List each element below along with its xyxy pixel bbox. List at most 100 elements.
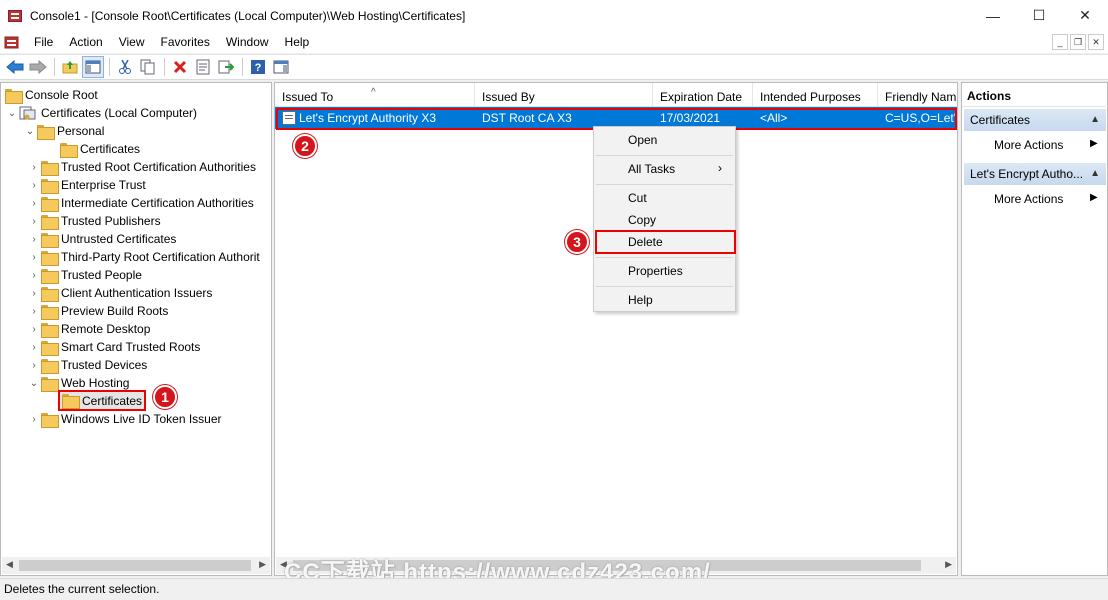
toolbar-separator: [242, 58, 243, 76]
show-hide-action-pane-icon[interactable]: [270, 56, 292, 78]
delete-highlight-outline: [595, 230, 736, 254]
tree-node-personal[interactable]: ⌄ Personal: [23, 122, 104, 140]
tree-node-store[interactable]: › Intermediate Certification Authorities: [27, 194, 254, 212]
tree-label: Trusted Root Certification Authorities: [61, 160, 256, 174]
actions-section-certificates[interactable]: Certificates ▲: [964, 109, 1106, 131]
back-arrow-icon[interactable]: [4, 56, 26, 78]
tree-node-store[interactable]: › Remote Desktop: [27, 320, 150, 338]
tree-node-store[interactable]: › Enterprise Trust: [27, 176, 146, 194]
tree-label: Remote Desktop: [61, 322, 151, 336]
step-badge-2: 2: [293, 134, 317, 158]
column-header-friendly-name[interactable]: Friendly Nam: [878, 83, 957, 107]
expand-chevron-icon[interactable]: ›: [27, 180, 41, 191]
show-hide-tree-icon[interactable]: [82, 56, 104, 78]
close-button[interactable]: ✕: [1062, 0, 1108, 31]
tree-node-store[interactable]: › Client Authentication Issuers: [27, 284, 212, 302]
tree-node-store[interactable]: › Trusted Publishers: [27, 212, 161, 230]
tree-node-personal-certificates[interactable]: Certificates: [60, 140, 140, 158]
menu-help[interactable]: Help: [277, 35, 318, 49]
delete-icon[interactable]: [169, 56, 191, 78]
menu-item-help[interactable]: Help: [628, 293, 653, 307]
menu-item-cut[interactable]: Cut: [628, 191, 647, 205]
menu-item-properties[interactable]: Properties: [628, 264, 683, 278]
list-header: Issued To ^ Issued By Expiration Date In…: [275, 83, 957, 107]
tree-node-store[interactable]: › Third-Party Root Certification Authorit: [27, 248, 260, 266]
expand-chevron-icon[interactable]: ›: [27, 270, 41, 281]
menu-item-copy[interactable]: Copy: [628, 213, 656, 227]
column-header-issued-to[interactable]: Issued To ^: [275, 83, 475, 107]
scroll-left-icon[interactable]: ◀: [6, 559, 13, 570]
expand-chevron-icon[interactable]: ›: [27, 216, 41, 227]
mmc-app-icon[interactable]: [8, 8, 24, 24]
tree-node-store[interactable]: › Preview Build Roots: [27, 302, 168, 320]
folder-icon: [41, 358, 59, 374]
scrollbar-thumb[interactable]: [19, 560, 251, 571]
tree-node-console-root[interactable]: Console Root: [5, 86, 98, 104]
tree-node-store[interactable]: › Trusted Root Certification Authorities: [27, 158, 256, 176]
tree-horizontal-scrollbar[interactable]: ◀ ▶: [2, 557, 270, 574]
actions-section-selected-item[interactable]: Let's Encrypt Autho... ▲: [964, 163, 1106, 185]
expand-chevron-icon[interactable]: ›: [27, 288, 41, 299]
expand-chevron-icon[interactable]: ›: [27, 306, 41, 317]
expand-chevron-icon[interactable]: ›: [27, 252, 41, 263]
scroll-right-icon[interactable]: ▶: [945, 559, 952, 570]
expand-chevron-icon[interactable]: ›: [27, 162, 41, 173]
expand-chevron-icon[interactable]: ›: [27, 198, 41, 209]
export-icon[interactable]: [215, 56, 237, 78]
collapse-caret-icon[interactable]: ▲: [1090, 109, 1100, 131]
mdi-minimize-icon[interactable]: _: [1052, 34, 1068, 50]
collapse-chevron-icon[interactable]: ⌄: [27, 378, 41, 389]
column-header-expiration-date[interactable]: Expiration Date: [653, 83, 753, 107]
mdi-restore-icon[interactable]: ❐: [1070, 34, 1086, 50]
folder-icon: [5, 88, 23, 104]
menu-view[interactable]: View: [111, 35, 153, 49]
menu-separator: [596, 286, 733, 287]
menu-favorites[interactable]: Favorites: [153, 35, 218, 49]
menu-file[interactable]: File: [26, 35, 61, 49]
tree-label: Intermediate Certification Authorities: [61, 196, 254, 210]
collapse-chevron-icon[interactable]: ⌄: [5, 108, 19, 119]
tree-node-certificates-local-computer[interactable]: ⌄ Certificates (Local Computer): [5, 104, 197, 122]
scroll-right-icon[interactable]: ▶: [259, 559, 266, 570]
expand-chevron-icon[interactable]: ›: [27, 234, 41, 245]
column-header-intended-purposes[interactable]: Intended Purposes: [753, 83, 878, 107]
mdi-close-icon[interactable]: ✕: [1088, 34, 1104, 50]
expand-chevron-icon[interactable]: ›: [27, 324, 41, 335]
folder-icon: [41, 376, 59, 392]
forward-arrow-icon[interactable]: [27, 56, 49, 78]
menu-item-all-tasks[interactable]: All Tasks: [628, 162, 675, 176]
tree-node-store[interactable]: › Untrusted Certificates: [27, 230, 176, 248]
context-menu: Open All Tasks › Cut Copy Delete Propert…: [593, 126, 736, 312]
tree-node-store[interactable]: › Trusted People: [27, 266, 142, 284]
menu-item-open[interactable]: Open: [628, 133, 657, 147]
step-badge-1: 1: [153, 385, 177, 409]
collapse-caret-icon[interactable]: ▲: [1090, 163, 1100, 185]
folder-icon: [41, 412, 59, 428]
menu-action[interactable]: Action: [61, 35, 110, 49]
expand-chevron-icon[interactable]: ›: [27, 414, 41, 425]
tree-node-windows-live-id[interactable]: › Windows Live ID Token Issuer: [27, 410, 222, 428]
maximize-button[interactable]: ☐: [1016, 0, 1062, 31]
console-tree-pane[interactable]: Console Root ⌄ Certificates (Local Compu…: [0, 82, 272, 576]
status-bar: Deletes the current selection.: [0, 578, 1108, 600]
expand-chevron-icon[interactable]: ›: [27, 342, 41, 353]
tree-label: Trusted People: [61, 268, 142, 282]
tree-node-store[interactable]: › Smart Card Trusted Roots: [27, 338, 200, 356]
tree-label: Personal: [57, 124, 105, 138]
collapse-chevron-icon[interactable]: ⌄: [23, 126, 37, 137]
more-actions-2[interactable]: More Actions ▶: [994, 192, 1098, 206]
column-header-issued-by[interactable]: Issued By: [475, 83, 653, 107]
minimize-button[interactable]: —: [970, 0, 1016, 31]
actions-pane: Actions Certificates ▲ More Actions ▶ Le…: [961, 82, 1108, 576]
tree-node-store[interactable]: › Trusted Devices: [27, 356, 147, 374]
help-icon[interactable]: ?: [247, 56, 269, 78]
expand-chevron-icon[interactable]: ›: [27, 360, 41, 371]
console-menu-icon[interactable]: [4, 34, 20, 50]
more-actions-1[interactable]: More Actions ▶: [994, 138, 1098, 152]
tree-node-web-hosting-certificates[interactable]: Certificates: [58, 390, 147, 411]
properties-icon[interactable]: [192, 56, 214, 78]
menu-window[interactable]: Window: [218, 35, 277, 49]
copy-icon[interactable]: [137, 56, 159, 78]
cut-icon[interactable]: [114, 56, 136, 78]
up-folder-icon[interactable]: [59, 56, 81, 78]
